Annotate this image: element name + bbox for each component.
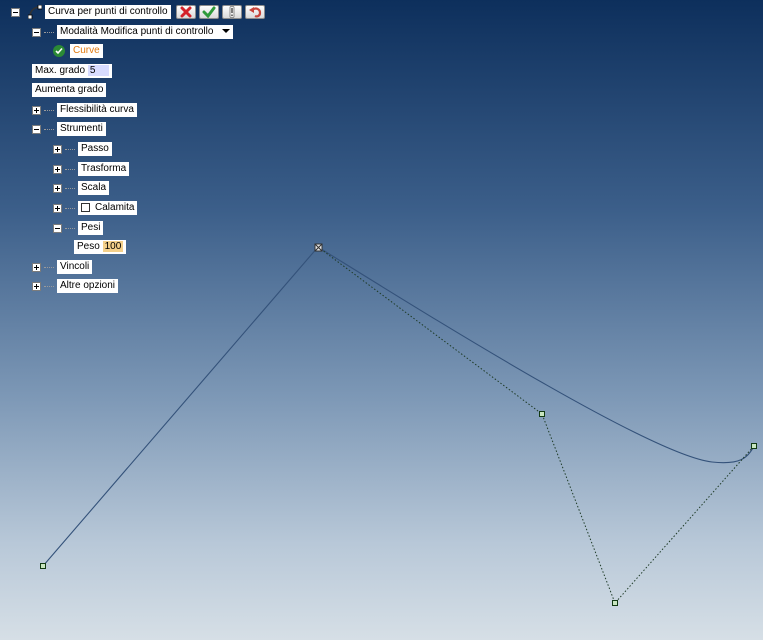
tree-node-flexibility[interactable]: Flessibilità curva bbox=[32, 103, 137, 117]
curve-canvas[interactable] bbox=[0, 0, 763, 640]
tree-node-step[interactable]: Passo bbox=[53, 142, 112, 156]
tree-root: Curva per punti di controllo bbox=[11, 4, 265, 20]
max-grade-label: Max. grado bbox=[35, 65, 86, 76]
collapse-toggle[interactable] bbox=[32, 27, 41, 37]
curve-tool-icon bbox=[27, 4, 43, 20]
tree-node-magnet[interactable]: Calamita bbox=[53, 201, 138, 215]
tree-root-label: Curva per punti di controllo bbox=[45, 5, 171, 19]
tree-node-tools[interactable]: Strumenti bbox=[32, 122, 106, 136]
tree-node-other-options[interactable]: Altre opzioni bbox=[32, 279, 119, 293]
expand-toggle[interactable] bbox=[32, 281, 41, 291]
tree-node-curve[interactable]: Curve bbox=[53, 44, 103, 58]
control-polygon bbox=[317, 246, 755, 604]
expand-toggle[interactable] bbox=[53, 164, 62, 174]
tools-label: Strumenti bbox=[57, 122, 106, 136]
ok-button[interactable] bbox=[198, 5, 219, 19]
collapse-toggle[interactable] bbox=[53, 223, 62, 233]
flexibility-label: Flessibilità curva bbox=[57, 103, 137, 117]
expand-toggle[interactable] bbox=[53, 183, 62, 193]
mode-value: Modifica punti di controllo bbox=[100, 26, 214, 37]
mode-select[interactable]: Modalità Modifica punti di controllo bbox=[57, 25, 234, 39]
expand-toggle[interactable] bbox=[32, 262, 41, 272]
cancel-button[interactable] bbox=[175, 5, 196, 19]
info-button[interactable] bbox=[221, 5, 242, 19]
transform-label: Trasforma bbox=[78, 162, 130, 176]
control-point-selected[interactable] bbox=[314, 243, 323, 252]
magnet-checkbox[interactable]: Calamita bbox=[78, 201, 138, 215]
max-grade-field[interactable]: Max. grado 5 bbox=[32, 64, 113, 78]
expand-toggle[interactable] bbox=[53, 144, 62, 154]
constraints-label: Vincoli bbox=[57, 260, 93, 274]
weight-value[interactable]: 100 bbox=[102, 241, 124, 252]
control-point[interactable] bbox=[751, 443, 757, 449]
chevron-down-icon bbox=[222, 29, 231, 34]
tree-node-weights[interactable]: Pesi bbox=[53, 221, 104, 235]
green-check-icon bbox=[202, 6, 216, 18]
weight-label: Peso bbox=[77, 241, 100, 252]
undo-button[interactable] bbox=[244, 5, 265, 19]
mode-label: Modalità bbox=[60, 26, 98, 37]
expand-toggle[interactable] bbox=[32, 105, 41, 115]
weights-label: Pesi bbox=[78, 221, 104, 235]
red-x-icon bbox=[180, 6, 192, 18]
collapse-toggle[interactable] bbox=[11, 7, 20, 17]
expand-toggle[interactable] bbox=[53, 203, 62, 213]
increase-grade-button[interactable]: Aumenta grado bbox=[32, 83, 107, 97]
scale-label: Scala bbox=[78, 181, 110, 195]
control-point[interactable] bbox=[612, 600, 618, 606]
checkbox-icon[interactable] bbox=[81, 202, 90, 212]
other-options-label: Altre opzioni bbox=[57, 279, 119, 293]
collapse-toggle[interactable] bbox=[32, 124, 41, 134]
max-grade-value[interactable]: 5 bbox=[87, 65, 110, 76]
tree-node-constraints[interactable]: Vincoli bbox=[32, 260, 93, 274]
tree-node-scale[interactable]: Scala bbox=[53, 181, 110, 195]
magnet-label: Calamita bbox=[95, 202, 135, 213]
control-point[interactable] bbox=[40, 563, 46, 569]
exclamation-icon bbox=[229, 6, 234, 18]
tree-node-mode: Modalità Modifica punti di controllo bbox=[32, 25, 234, 39]
weight-field[interactable]: Peso 100 bbox=[74, 240, 127, 254]
bezier-curve[interactable] bbox=[42, 246, 755, 567]
green-check-circle-icon bbox=[53, 45, 65, 57]
control-point[interactable] bbox=[539, 411, 545, 417]
tree-node-transform[interactable]: Trasforma bbox=[53, 162, 130, 176]
undo-arrow-icon bbox=[248, 7, 261, 18]
curve-label: Curve bbox=[70, 44, 103, 58]
step-label: Passo bbox=[78, 142, 112, 156]
